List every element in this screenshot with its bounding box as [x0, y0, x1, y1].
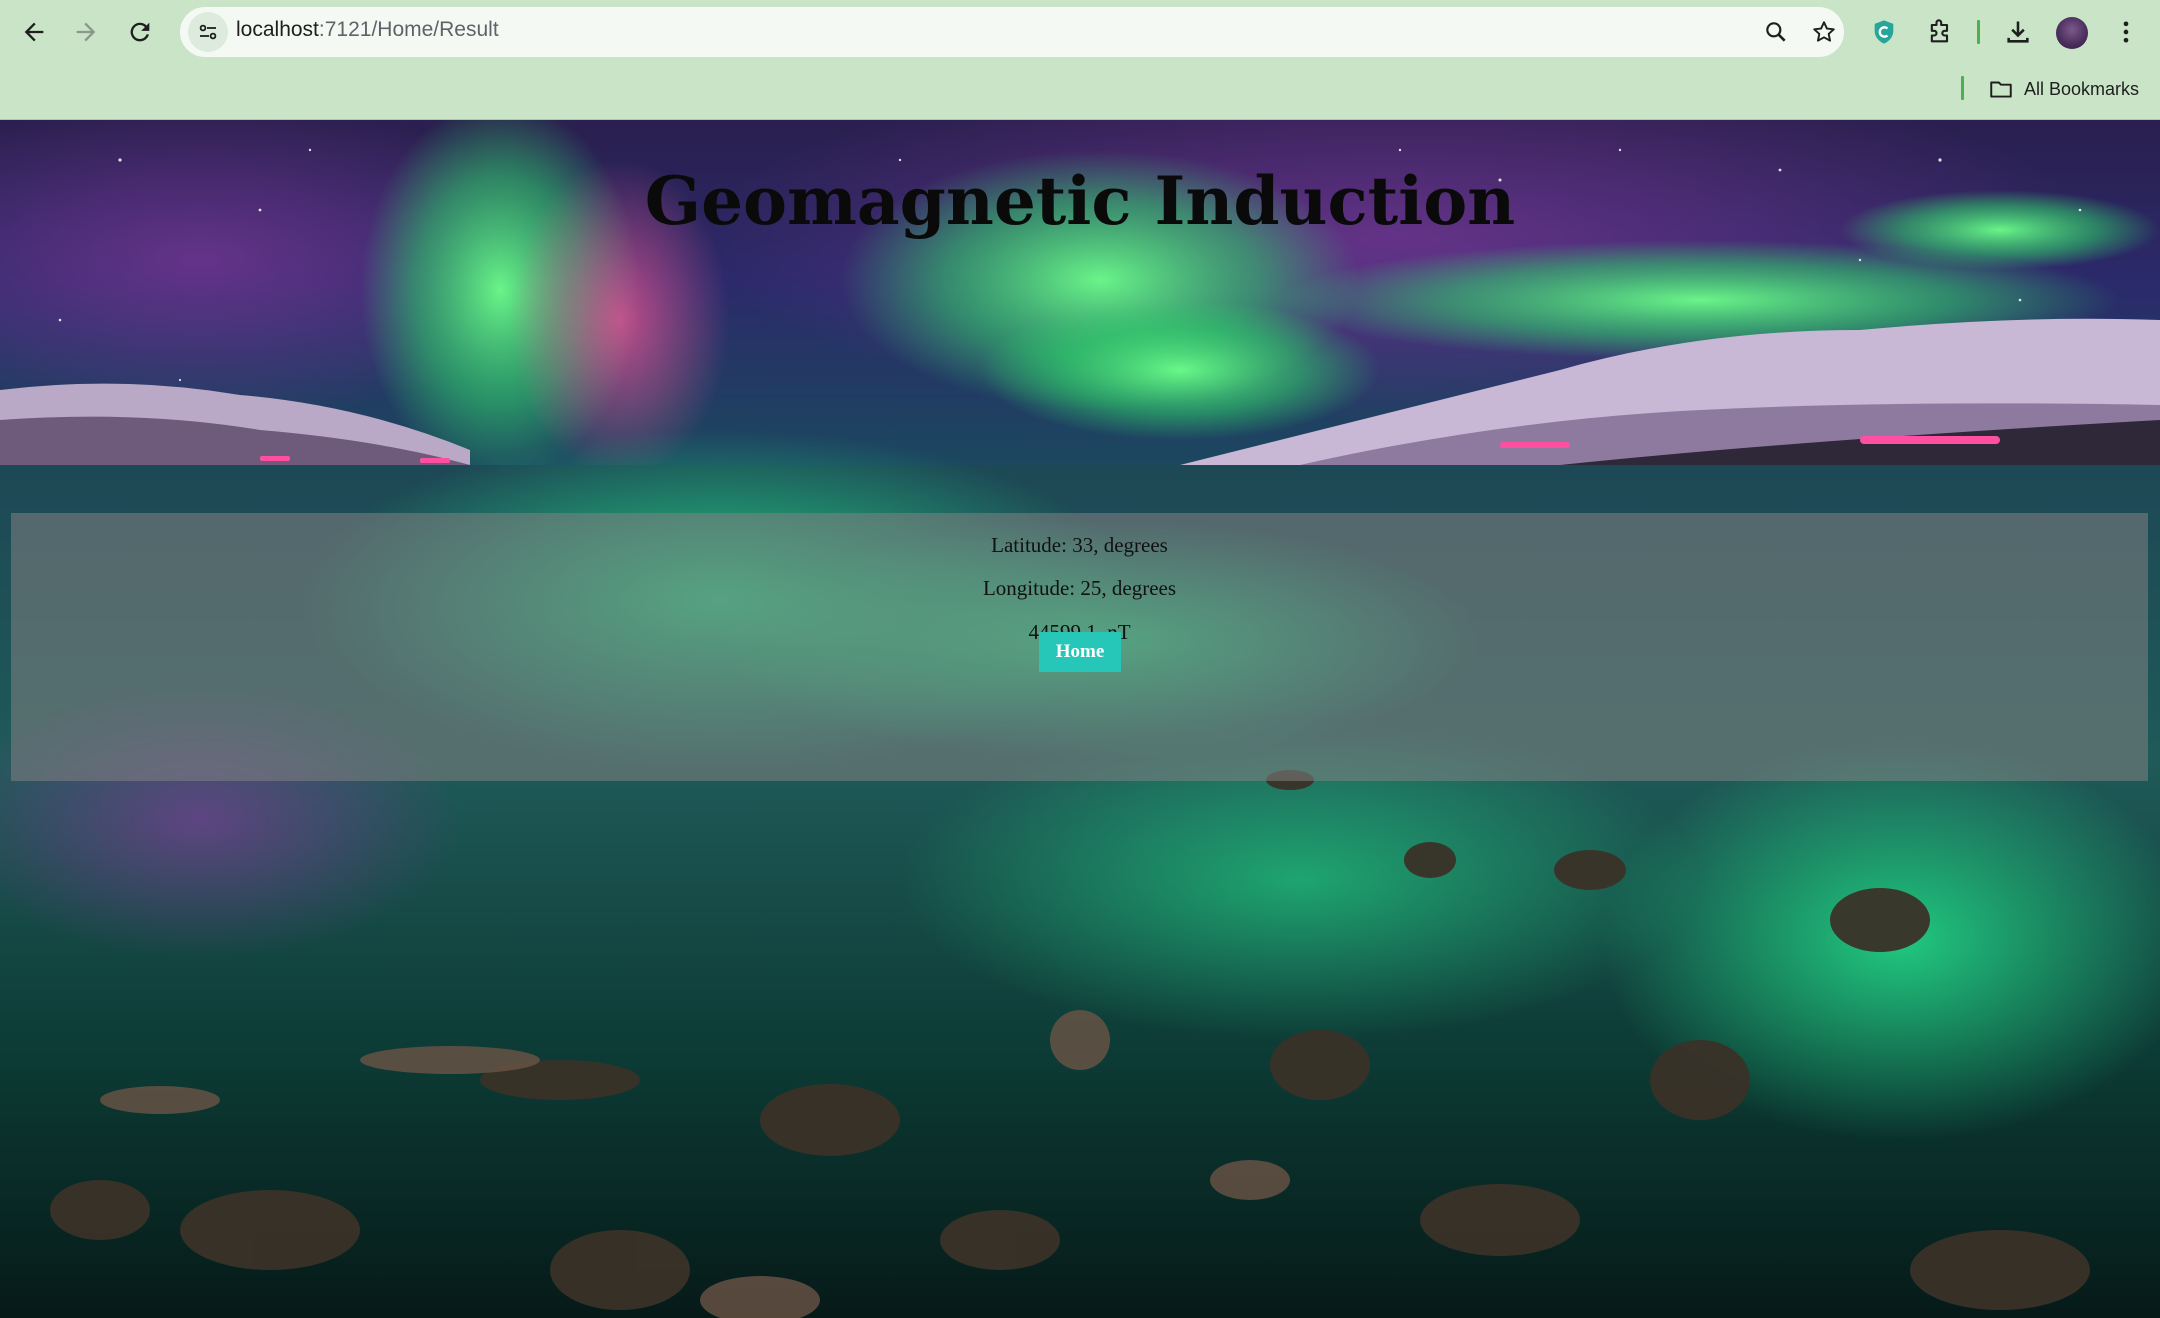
menu-kebab-icon — [2123, 21, 2129, 43]
extension-shield-button[interactable] — [1866, 14, 1902, 50]
zoom-icon — [1766, 22, 1786, 42]
zoom-button[interactable] — [1760, 16, 1792, 48]
toolbar-separator — [1977, 20, 1980, 44]
browser-toolbar: localhost:7121/Home/Result All Bookmarks — [0, 0, 2160, 120]
address-bar[interactable]: localhost:7121/Home/Result — [180, 7, 1844, 57]
site-info-button[interactable] — [188, 12, 228, 52]
url-text[interactable]: localhost:7121/Home/Result — [236, 18, 499, 42]
back-button[interactable] — [12, 10, 56, 54]
page-title: Geomagnetic Induction — [644, 162, 1516, 240]
back-icon — [24, 22, 44, 42]
url-path: :7121/Home/Result — [318, 18, 499, 41]
reload-button[interactable] — [118, 10, 162, 54]
url-host: localhost — [236, 18, 319, 41]
forward-button[interactable] — [64, 10, 108, 54]
extensions-puzzle-icon — [1930, 19, 1949, 43]
all-bookmarks-button[interactable]: All Bookmarks — [1988, 76, 2139, 102]
downloads-button[interactable] — [2000, 14, 2036, 50]
home-button[interactable]: Home — [1039, 632, 1121, 672]
star-icon — [1813, 21, 1835, 42]
result-panel: Latitude: 33, degrees Longitude: 25, deg… — [11, 513, 2148, 781]
site-info-icon — [199, 24, 217, 40]
extensions-button[interactable] — [1922, 14, 1958, 50]
download-icon — [2007, 21, 2029, 43]
profile-avatar[interactable] — [2056, 17, 2088, 49]
folder-icon — [1990, 81, 2012, 98]
forward-icon — [76, 22, 96, 42]
latitude-text: Latitude: 33, degrees — [991, 533, 1168, 557]
reload-icon — [130, 22, 150, 42]
chrome-menu-button[interactable] — [2108, 14, 2144, 50]
longitude-text: Longitude: 25, degrees — [982, 576, 1177, 600]
all-bookmarks-label: All Bookmarks — [2024, 78, 2140, 99]
page-viewport: Geomagnetic Induction Latitude: 33, degr… — [0, 120, 2160, 1318]
bookmarks-separator — [1961, 76, 1964, 100]
bookmark-star-button[interactable] — [1808, 16, 1840, 48]
extension-shield-icon — [1874, 20, 1894, 44]
